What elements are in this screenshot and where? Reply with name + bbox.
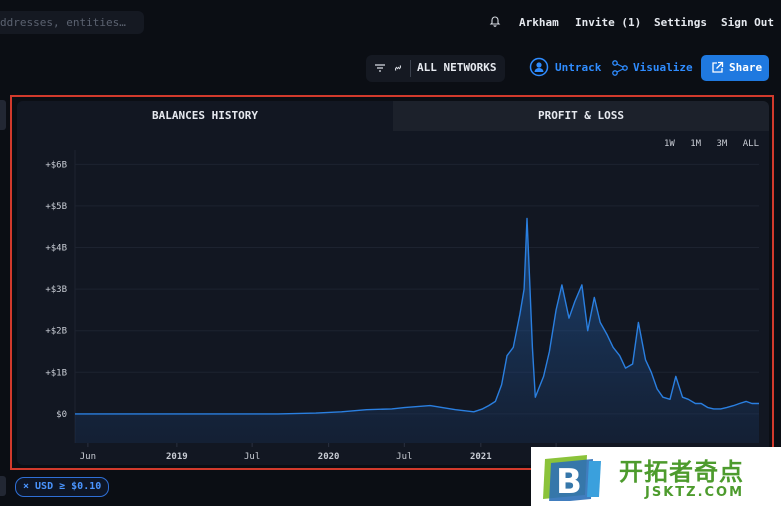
nav-settings[interactable]: Settings <box>654 16 707 29</box>
y-tick-label: +$3B <box>45 285 67 295</box>
search-input[interactable]: ddresses, entities… <box>0 11 144 34</box>
watermark: B 开拓者奇点 JSKTZ.COM <box>531 447 781 506</box>
watermark-logo: B <box>543 455 601 501</box>
share-label: Share <box>729 61 763 74</box>
balance-chart[interactable]: +$6B +$5B +$4B +$3B +$2B +$1B $0 Jun 2019 Jul 2020… <box>17 101 769 465</box>
x-tick-label: Jul <box>244 452 260 462</box>
usd-filter-chip[interactable]: × USD ≥ $0.10 <box>15 477 110 497</box>
graph-icon[interactable] <box>611 60 629 76</box>
side-handle-bottom[interactable] <box>0 476 6 496</box>
y-tick-label: +$6B <box>45 160 67 170</box>
network-selector[interactable]: ALL NETWORKS <box>366 55 505 82</box>
nav-invite[interactable]: Invite (1) <box>575 16 641 29</box>
divider <box>410 60 411 77</box>
nav-arkham[interactable]: Arkham <box>519 16 559 29</box>
nav-sign-out[interactable]: Sign Out <box>721 16 774 29</box>
visualize-button[interactable]: Visualize <box>633 61 693 74</box>
balances-panel: BALANCES HISTORY PROFIT & LOSS 1W 1M 3M … <box>10 95 774 470</box>
x-tick-label: 2020 <box>318 452 340 462</box>
svg-text:B: B <box>556 462 582 501</box>
watermark-subtitle: JSKTZ.COM <box>645 485 745 500</box>
x-tick-label: 2021 <box>470 452 492 462</box>
share-button[interactable]: Share <box>701 55 769 81</box>
link-icon <box>394 65 402 71</box>
y-tick-label: +$2B <box>45 327 67 337</box>
bell-icon[interactable] <box>489 15 501 27</box>
y-tick-label: +$1B <box>45 368 67 378</box>
network-label: ALL NETWORKS <box>417 61 497 74</box>
untrack-button[interactable]: Untrack <box>555 61 601 74</box>
y-tick-label: $0 <box>56 410 67 420</box>
x-tick-label: 2019 <box>166 452 188 462</box>
panel-body: BALANCES HISTORY PROFIT & LOSS 1W 1M 3M … <box>17 101 769 465</box>
user-icon[interactable] <box>529 57 549 77</box>
external-link-icon <box>712 61 724 73</box>
filter-icon <box>375 64 385 72</box>
top-bar: ddresses, entities… Arkham Invite (1) Se… <box>0 0 781 46</box>
y-tick-label: +$5B <box>45 202 67 212</box>
x-tick-label: Jun <box>80 452 96 462</box>
watermark-title: 开拓者奇点 <box>619 458 744 486</box>
side-handle[interactable] <box>0 100 6 130</box>
y-tick-label: +$4B <box>45 244 67 254</box>
x-tick-label: Jul <box>396 452 412 462</box>
